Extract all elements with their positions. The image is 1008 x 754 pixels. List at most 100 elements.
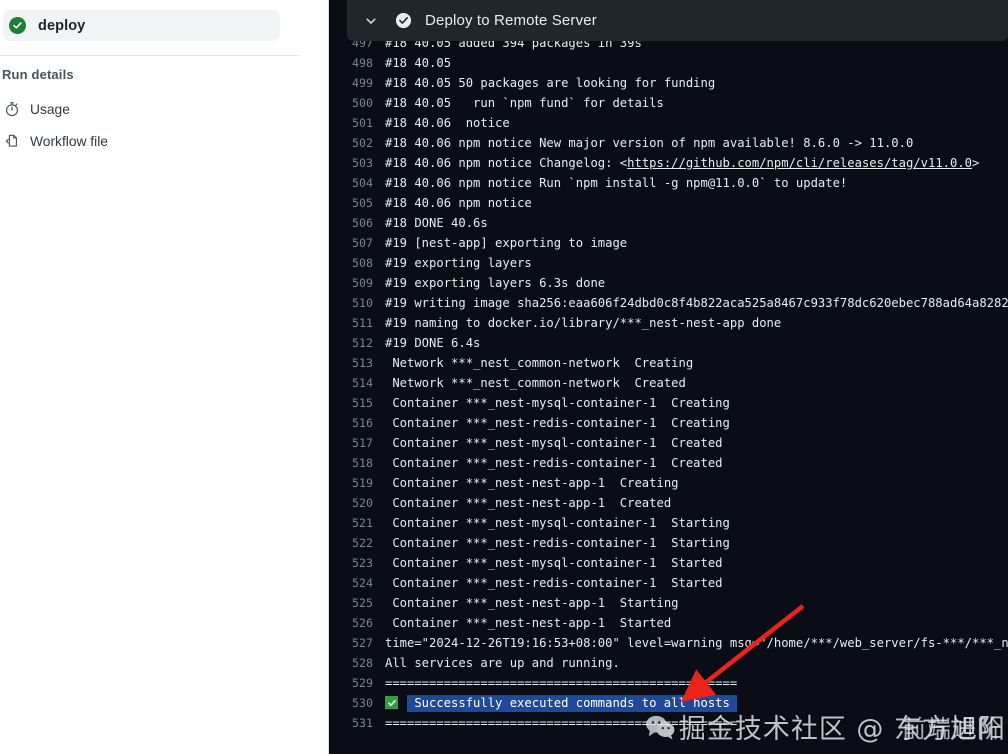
log-line[interactable]: 509 #19 exporting layers 6.3s done [329,273,1008,293]
log-line[interactable]: 513 Network ***_nest_common-network Crea… [329,353,1008,373]
log-line[interactable]: 517 Container ***_nest-mysql-container-1… [329,433,1008,453]
log-line-text: Container ***_nest-nest-app-1 Created [385,496,672,510]
log-line-text: #18 40.06 npm notice Changelog: <https:/… [385,156,980,170]
log-line[interactable]: 515 Container ***_nest-mysql-container-1… [329,393,1008,413]
sidebar-job-deploy[interactable]: deploy [3,10,280,41]
log-line-number: 498 [352,56,373,70]
log-line[interactable]: 504 #18 40.06 npm notice Run `npm install… [329,173,1008,193]
log-line-number: 508 [352,256,373,270]
log-line-text: Network ***_nest_common-network Creating [385,356,694,370]
log-line-text: Container ***_nest-redis-container-1 Sta… [385,536,730,550]
log-line-number: 512 [352,336,373,350]
log-line-text: #18 40.05 run `npm fund` for details [385,96,664,110]
log-line[interactable]: 503 #18 40.06 npm notice Changelog: <http… [329,153,1008,173]
log-line[interactable]: 527 time="2024-12-26T19:16:53+08:00" leve… [329,633,1008,653]
log-line-text: Network ***_nest_common-network Created [385,376,686,390]
log-line-text: time="2024-12-26T19:16:53+08:00" level=w… [385,636,1008,650]
log-line-text: #19 writing image sha256:eaa606f24dbd0c8… [385,296,1008,310]
log-line-number: 516 [352,416,373,430]
log-line-text: #19 exporting layers 6.3s done [385,276,606,290]
log-line-number: 523 [352,556,373,570]
log-line[interactable]: 518 Container ***_nest-redis-container-1… [329,453,1008,473]
log-line[interactable]: 510 #19 writing image sha256:eaa606f24dbd… [329,293,1008,313]
log-line-number: 529 [352,676,373,690]
log-line-text: Container ***_nest-redis-container-1 Cre… [385,416,730,430]
log-step-header[interactable]: Deploy to Remote Server [347,0,1008,41]
check-circle-icon [9,17,26,34]
log-line-number: 519 [352,476,373,490]
sidebar-item-usage[interactable]: Usage [2,98,70,120]
log-line[interactable]: 506 #18 DONE 40.6s [329,213,1008,233]
log-line-text: ========================================… [385,716,738,730]
log-line-text: #18 40.06 npm notice Run `npm install -g… [385,176,848,190]
log-line-text: #19 exporting layers [385,256,532,270]
code-file-icon [2,132,21,151]
log-line[interactable]: 528 All services are up and running. [329,653,1008,673]
log-line[interactable]: 500 #18 40.05 run `npm fund` for details [329,93,1008,113]
log-line[interactable]: 516 Container ***_nest-redis-container-1… [329,413,1008,433]
log-line-number: 517 [352,436,373,450]
sidebar-item-workflow-file-label: Workflow file [30,133,108,149]
log-line-number: 518 [352,456,373,470]
log-link[interactable]: https://github.com/npm/cli/releases/tag/… [627,156,972,170]
log-line[interactable]: 526 Container ***_nest-nest-app-1 Starte… [329,613,1008,633]
log-line[interactable]: 501 #18 40.06 notice [329,113,1008,133]
log-line-number: 515 [352,396,373,410]
log-line-number: 522 [352,536,373,550]
log-line-number: 521 [352,516,373,530]
log-line[interactable]: 514 Network ***_nest_common-network Crea… [329,373,1008,393]
log-line[interactable]: 524 Container ***_nest-redis-container-1… [329,573,1008,593]
log-line[interactable]: 525 Container ***_nest-nest-app-1 Starti… [329,593,1008,613]
log-line-text: #19 DONE 6.4s [385,336,481,350]
log-line[interactable]: 522 Container ***_nest-redis-container-1… [329,533,1008,553]
log-line-text: Container ***_nest-nest-app-1 Starting [385,596,679,610]
log-line[interactable]: 521 Container ***_nest-mysql-container-1… [329,513,1008,533]
log-line-number: 507 [352,236,373,250]
log-line-number: 499 [352,76,373,90]
log-line-number: 506 [352,216,373,230]
log-line[interactable]: 508 #19 exporting layers [329,253,1008,273]
log-line-number: 503 [352,156,373,170]
log-line-number: 526 [352,616,373,630]
log-line-number: 525 [352,596,373,610]
log-line[interactable]: 511 #19 naming to docker.io/library/***_n… [329,313,1008,333]
log-line[interactable]: 519 Container ***_nest-nest-app-1 Creati… [329,473,1008,493]
log-line-text: #18 40.06 npm notice New major version o… [385,136,914,150]
log-line[interactable]: 498 #18 40.05 [329,53,1008,73]
log-line-text: #18 DONE 40.6s [385,216,488,230]
log-line-text: Container ***_nest-mysql-container-1 Cre… [385,436,723,450]
log-line[interactable]: 512 #19 DONE 6.4s [329,333,1008,353]
log-line[interactable]: 529 =====================================… [329,673,1008,693]
log-line-number: 528 [352,656,373,670]
log-line-text: Container ***_nest-redis-container-1 Sta… [385,576,723,590]
log-line[interactable]: 530 Successfully executed commands to al… [329,693,1008,713]
chevron-down-icon[interactable] [363,13,379,29]
log-line-number: 524 [352,576,373,590]
log-line-number: 520 [352,496,373,510]
log-line[interactable]: 531 =====================================… [329,713,1008,733]
log-line[interactable]: 502 #18 40.06 npm notice New major versio… [329,133,1008,153]
log-line-text: Container ***_nest-nest-app-1 Creating [385,476,679,490]
run-details-heading: Run details [2,67,74,82]
screenshot-root: deploy Run details Usage Workflow file D… [0,0,1008,754]
log-line[interactable]: 505 #18 40.06 npm notice [329,193,1008,213]
log-line[interactable]: 523 Container ***_nest-mysql-container-1… [329,553,1008,573]
log-line-text: #18 40.05 [385,56,459,70]
log-line-number: 530 [352,696,373,710]
log-output[interactable]: 497 #18 40.05 added 394 packages in 39s 49… [329,33,1008,754]
success-check-icon [385,696,398,709]
stopwatch-icon [2,100,21,119]
log-line-text: #19 naming to docker.io/library/***_nest… [385,316,782,330]
log-line-number: 531 [352,716,373,730]
log-line-text: All services are up and running. [385,656,620,670]
log-line-number: 514 [352,376,373,390]
sidebar-item-usage-label: Usage [30,101,70,117]
log-line-number: 504 [352,176,373,190]
log-line[interactable]: 507 #19 [nest-app] exporting to image [329,233,1008,253]
log-line-text: #19 [nest-app] exporting to image [385,236,628,250]
log-step-title: Deploy to Remote Server [425,12,597,29]
log-line-text: Successfully executed commands to all ho… [385,693,1008,713]
log-line[interactable]: 520 Container ***_nest-nest-app-1 Create… [329,493,1008,513]
log-line[interactable]: 499 #18 40.05 50 packages are looking for… [329,73,1008,93]
sidebar-item-workflow-file[interactable]: Workflow file [2,130,108,152]
